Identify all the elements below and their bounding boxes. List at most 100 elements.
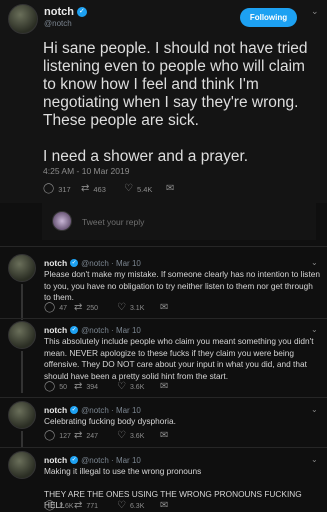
envelope-icon: ✉ bbox=[160, 430, 169, 441]
author-handle[interactable]: @notch bbox=[44, 19, 72, 28]
tweet-header: notch ✓ @notch · Mar 10 bbox=[44, 325, 141, 335]
tweet-paragraph: Making it illegal to use the wrong prono… bbox=[44, 466, 202, 476]
message-action[interactable]: ✉ bbox=[160, 382, 168, 392]
like-action[interactable]: ♡ 3.6K bbox=[117, 431, 160, 441]
reply-icon: ◯ bbox=[44, 430, 56, 441]
retweet-icon: ⇄ bbox=[74, 381, 83, 392]
tweet-actions: ◯ 47 ⇄ 250 ♡ 3.1K ✉ bbox=[44, 303, 168, 313]
like-count: 3.1K bbox=[129, 304, 145, 312]
reply-action[interactable]: ◯ 50 bbox=[44, 382, 74, 392]
handle-and-date[interactable]: @notch · Mar 10 bbox=[81, 456, 141, 465]
author-avatar[interactable] bbox=[8, 254, 36, 282]
thread-line bbox=[21, 351, 23, 393]
handle-and-date[interactable]: @notch · Mar 10 bbox=[81, 326, 141, 335]
reply-count: 50 bbox=[59, 383, 67, 391]
like-action[interactable]: ♡ 3.6K bbox=[117, 382, 160, 392]
author-name[interactable]: notch bbox=[44, 455, 67, 465]
heart-icon: ♡ bbox=[117, 381, 126, 392]
author-name[interactable]: notch bbox=[44, 405, 67, 415]
thread-tweet[interactable]: notch ✓ @notch · Mar 10 ⌄ Celebrating fu… bbox=[0, 401, 327, 447]
verified-badge-icon: ✓ bbox=[70, 259, 79, 267]
reply-count: 2.6K bbox=[59, 502, 74, 510]
author-name[interactable]: notch bbox=[44, 6, 74, 18]
heart-icon: ♡ bbox=[124, 183, 133, 194]
user-avatar bbox=[52, 211, 72, 231]
like-count: 3.6K bbox=[129, 432, 145, 440]
message-action[interactable]: ✉ bbox=[166, 184, 174, 194]
heart-icon: ♡ bbox=[117, 302, 126, 313]
tweet-paragraph: Celebrating fucking body dysphoria. bbox=[44, 416, 176, 426]
envelope-icon: ✉ bbox=[166, 183, 175, 194]
author-name[interactable]: notch bbox=[44, 325, 67, 335]
chevron-down-icon[interactable]: ⌄ bbox=[311, 258, 318, 267]
envelope-icon: ✉ bbox=[160, 302, 169, 313]
tweet-header: notch ✓ @notch · Mar 10 bbox=[44, 258, 141, 268]
verified-badge-icon: ✓ bbox=[70, 326, 79, 334]
retweet-count: 250 bbox=[86, 304, 99, 312]
retweet-action[interactable]: ⇄ 247 bbox=[74, 431, 117, 441]
reply-count: 127 bbox=[59, 432, 71, 440]
thread-tweet[interactable]: notch ✓ @notch · Mar 10 ⌄ Making it ille… bbox=[0, 451, 327, 511]
chevron-down-icon[interactable]: ⌄ bbox=[311, 405, 318, 414]
main-tweet: notch ✓ @notch Following ⌄ Hi sane peopl… bbox=[0, 0, 327, 203]
retweet-action[interactable]: ⇄ 250 bbox=[74, 303, 117, 313]
chevron-down-icon[interactable]: ⌄ bbox=[311, 455, 318, 464]
retweet-action[interactable]: ⇄ 463 bbox=[81, 184, 124, 194]
reply-icon: ◯ bbox=[44, 500, 56, 511]
message-action[interactable]: ✉ bbox=[160, 303, 168, 313]
following-button[interactable]: Following bbox=[240, 8, 297, 27]
reply-composer[interactable]: Tweet your reply bbox=[42, 203, 316, 240]
retweet-count: 463 bbox=[93, 184, 106, 194]
tweet-actions: ◯ 317 ⇄ 463 ♡ 5.4K ✉ bbox=[43, 184, 174, 194]
author-avatar[interactable] bbox=[8, 321, 36, 349]
author-avatar[interactable] bbox=[8, 401, 36, 429]
tweet-actions: ◯ 50 ⇄ 394 ♡ 3.6K ✉ bbox=[44, 382, 168, 392]
tweet-text: Hi sane people. I should not have tried … bbox=[43, 40, 308, 165]
reply-action[interactable]: ◯ 2.6K bbox=[44, 501, 74, 511]
divider bbox=[0, 447, 327, 448]
envelope-icon: ✉ bbox=[160, 381, 169, 392]
retweet-icon: ⇄ bbox=[74, 302, 83, 313]
reply-count: 47 bbox=[59, 304, 67, 312]
retweet-count: 771 bbox=[86, 502, 99, 510]
heart-icon: ♡ bbox=[117, 500, 126, 511]
handle-and-date[interactable]: @notch · Mar 10 bbox=[81, 406, 141, 415]
tweet-actions: ◯ 2.6K ⇄ 771 ♡ 6.3K ✉ bbox=[44, 501, 168, 511]
thread-line bbox=[21, 284, 23, 320]
chevron-down-icon[interactable]: ⌄ bbox=[311, 6, 319, 17]
envelope-icon: ✉ bbox=[160, 500, 169, 511]
retweet-action[interactable]: ⇄ 394 bbox=[74, 382, 117, 392]
verified-badge-icon: ✓ bbox=[70, 456, 79, 464]
chevron-down-icon[interactable]: ⌄ bbox=[311, 325, 318, 334]
author-avatar[interactable] bbox=[8, 451, 36, 479]
reply-icon: ◯ bbox=[43, 183, 55, 194]
tweet-paragraph: Please don't make my mistake. If someone… bbox=[44, 269, 320, 303]
handle-and-date[interactable]: @notch · Mar 10 bbox=[81, 259, 141, 268]
reply-action[interactable]: ◯ 47 bbox=[44, 303, 74, 313]
tweet-timestamp[interactable]: 4:25 AM - 10 Mar 2019 bbox=[43, 166, 129, 176]
reply-input[interactable]: Tweet your reply bbox=[82, 217, 144, 227]
message-action[interactable]: ✉ bbox=[160, 501, 168, 511]
heart-icon: ♡ bbox=[117, 430, 126, 441]
reply-action[interactable]: ◯ 127 bbox=[44, 431, 74, 441]
tweet-text: Celebrating fucking body dysphoria. bbox=[44, 416, 321, 428]
reply-icon: ◯ bbox=[44, 381, 56, 392]
author-name-row[interactable]: notch ✓ bbox=[44, 6, 87, 18]
reply-count: 317 bbox=[58, 184, 71, 194]
thread-tweet[interactable]: notch ✓ @notch · Mar 10 ⌄ Please don't m… bbox=[0, 254, 327, 320]
like-action[interactable]: ♡ 6.3K bbox=[117, 501, 160, 511]
reply-icon: ◯ bbox=[44, 302, 56, 313]
like-action[interactable]: ♡ 3.1K bbox=[117, 303, 160, 313]
thread-tweet[interactable]: notch ✓ @notch · Mar 10 ⌄ This absolutel… bbox=[0, 321, 327, 393]
reply-action[interactable]: ◯ 317 bbox=[43, 184, 81, 194]
retweet-icon: ⇄ bbox=[81, 183, 90, 194]
divider bbox=[0, 318, 327, 319]
retweet-icon: ⇄ bbox=[74, 430, 83, 441]
author-avatar[interactable] bbox=[8, 4, 38, 34]
tweet-thread-page: notch ✓ @notch Following ⌄ Hi sane peopl… bbox=[0, 0, 327, 512]
like-action[interactable]: ♡ 5.4K bbox=[124, 184, 166, 194]
author-name[interactable]: notch bbox=[44, 258, 67, 268]
retweet-action[interactable]: ⇄ 771 bbox=[74, 501, 117, 511]
message-action[interactable]: ✉ bbox=[160, 431, 168, 441]
divider bbox=[0, 397, 327, 398]
